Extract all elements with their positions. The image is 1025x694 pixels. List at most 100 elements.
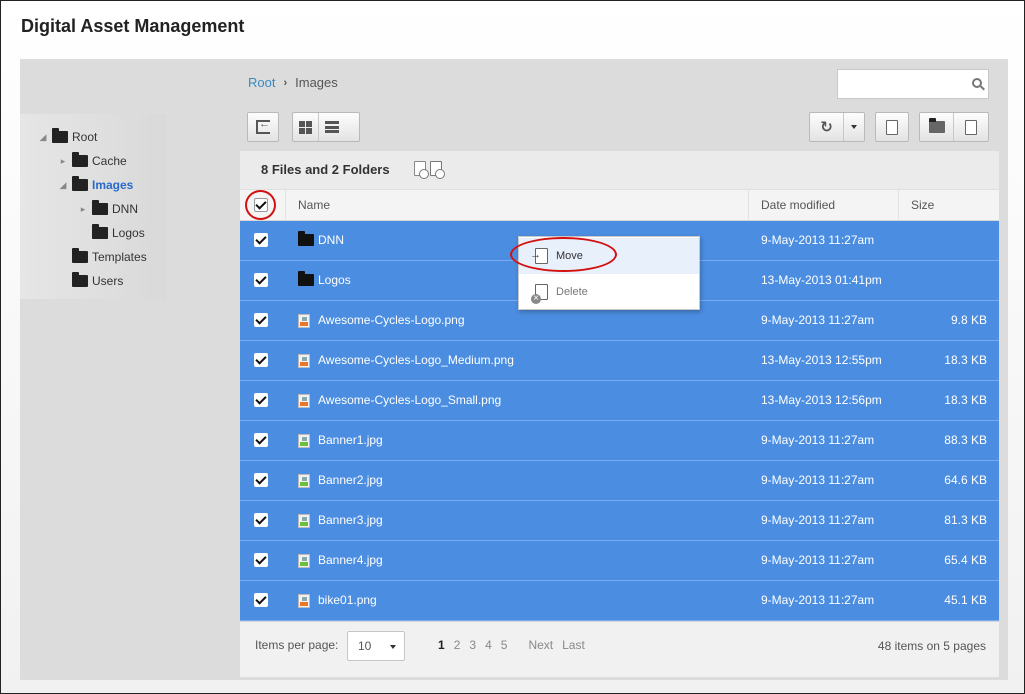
table-row[interactable]: bike01.png 9-May-2013 11:27am 45.1 KB <box>240 581 999 621</box>
pager: 1 2 3 4 5 Next Last <box>438 638 585 652</box>
bulk-actions <box>414 161 445 179</box>
row-checkbox[interactable] <box>254 553 268 567</box>
row-checkbox[interactable] <box>254 353 268 367</box>
tree-item-label: Users <box>92 274 124 288</box>
collapse-pane-button[interactable] <box>247 112 279 142</box>
items-per-page-select[interactable]: 10 <box>347 631 405 661</box>
page-link[interactable]: 2 <box>454 638 461 652</box>
tree-item-dnn[interactable]: ▸ DNN <box>78 200 138 218</box>
tree-collapse-icon[interactable]: ◢ <box>58 180 68 191</box>
breadcrumb-separator: › <box>283 76 288 89</box>
row-name: Banner2.jpg <box>318 473 383 487</box>
tree-item-label: DNN <box>112 202 138 216</box>
row-checkbox[interactable] <box>254 593 268 607</box>
folder-icon <box>72 152 88 167</box>
row-size: 9.8 KB <box>950 313 987 327</box>
row-size: 45.1 KB <box>944 593 987 607</box>
folder-icon <box>298 271 318 289</box>
last-page-link[interactable]: Last <box>562 638 585 652</box>
row-date: 9-May-2013 11:27am <box>761 473 875 487</box>
row-name: DNN <box>318 233 344 247</box>
row-date: 13-May-2013 12:55pm <box>761 353 882 367</box>
delete-selected-icon[interactable] <box>430 161 445 179</box>
tree-expand-icon[interactable]: ▸ <box>78 204 88 215</box>
table-row[interactable]: Banner3.jpg 9-May-2013 11:27am 81.3 KB <box>240 501 999 541</box>
search-input[interactable] <box>837 69 989 99</box>
tree-item-label: Logos <box>112 226 145 240</box>
table-row[interactable]: Banner4.jpg 9-May-2013 11:27am 65.4 KB <box>240 541 999 581</box>
row-name: Banner3.jpg <box>318 513 383 527</box>
row-date: 9-May-2013 11:27am <box>761 433 875 447</box>
tree-item-images[interactable]: ◢ Images <box>58 176 133 194</box>
page-link[interactable]: 3 <box>469 638 476 652</box>
tree-item-logos[interactable]: Logos <box>78 224 145 242</box>
upload-button[interactable] <box>954 113 988 141</box>
row-checkbox[interactable] <box>254 473 268 487</box>
row-checkbox[interactable] <box>254 513 268 527</box>
new-folder-button[interactable] <box>920 113 954 141</box>
context-menu: Move Delete <box>518 236 700 310</box>
collapse-pane-icon <box>256 118 270 134</box>
row-checkbox[interactable] <box>254 233 268 247</box>
jpg-file-icon <box>298 434 310 448</box>
breadcrumb-root-link[interactable]: Root <box>248 75 275 90</box>
row-checkbox[interactable] <box>254 393 268 407</box>
column-size-header[interactable]: Size <box>898 190 999 221</box>
tree-collapse-icon[interactable]: ◢ <box>38 132 48 143</box>
tree-item-users[interactable]: Users <box>58 272 123 290</box>
page-link[interactable]: 1 <box>438 638 445 652</box>
row-name: Awesome-Cycles-Logo.png <box>318 313 465 327</box>
folder-tree: ◢ Root ▸ Cache ◢ Images ▸ DNN Logos Templates User… <box>20 114 166 299</box>
tree-expand-icon[interactable]: ▸ <box>58 156 68 167</box>
png-file-icon <box>298 354 310 368</box>
search-files-button[interactable] <box>875 112 909 142</box>
view-toggle[interactable] <box>292 112 360 142</box>
row-date: 9-May-2013 11:27am <box>761 593 875 607</box>
page-link[interactable]: 5 <box>501 638 508 652</box>
move-label: Move <box>556 250 583 262</box>
jpg-file-icon <box>298 514 310 528</box>
table-row[interactable]: Awesome-Cycles-Logo_Small.png 13-May-2013… <box>240 381 999 421</box>
row-name: Banner4.jpg <box>318 553 383 567</box>
next-page-link[interactable]: Next <box>528 638 553 652</box>
jpg-file-icon <box>298 474 310 488</box>
files-summary-bar: 8 Files and 2 Folders <box>240 151 999 189</box>
list-view-button[interactable] <box>319 113 345 141</box>
row-date: 9-May-2013 11:27am <box>761 553 875 567</box>
row-checkbox[interactable] <box>254 433 268 447</box>
tree-item-templates[interactable]: Templates <box>58 248 147 266</box>
row-name: bike01.png <box>318 593 377 607</box>
files-count: 8 Files and 2 Folders <box>261 162 390 177</box>
tree-item-cache[interactable]: ▸ Cache <box>58 152 127 170</box>
search-icon[interactable] <box>972 78 982 88</box>
move-selected-icon[interactable] <box>414 161 429 179</box>
row-size: 64.6 KB <box>944 473 987 487</box>
table-row[interactable]: Banner2.jpg 9-May-2013 11:27am 64.6 KB <box>240 461 999 501</box>
list-view-icon <box>325 121 339 133</box>
row-name: Awesome-Cycles-Logo_Small.png <box>318 393 502 407</box>
row-name: Banner1.jpg <box>318 433 383 447</box>
row-checkbox[interactable] <box>254 273 268 287</box>
refresh-button[interactable]: ↻ <box>810 113 844 141</box>
context-menu-delete[interactable]: Delete <box>519 274 699 310</box>
column-name-header[interactable]: Name <box>285 190 748 221</box>
tree-item-root[interactable]: ◢ Root <box>38 128 97 146</box>
refresh-split-button[interactable]: ↻ <box>809 112 865 142</box>
table-row[interactable]: Awesome-Cycles-Logo_Medium.png 13-May-201… <box>240 341 999 381</box>
png-file-icon <box>298 594 310 608</box>
context-menu-move[interactable]: Move <box>519 238 699 274</box>
grid-view-button[interactable] <box>293 113 319 141</box>
tree-item-label: Cache <box>92 154 127 168</box>
row-checkbox[interactable] <box>254 313 268 327</box>
column-date-header[interactable]: Date modified <box>748 190 898 221</box>
table-row[interactable]: Banner1.jpg 9-May-2013 11:27am 88.3 KB <box>240 421 999 461</box>
chevron-down-icon <box>851 125 857 129</box>
row-date: 9-May-2013 11:27am <box>761 313 875 327</box>
select-all-checkbox[interactable] <box>254 198 268 212</box>
folder-icon <box>92 224 108 239</box>
refresh-dropdown-button[interactable] <box>844 113 864 141</box>
refresh-icon: ↻ <box>820 119 833 136</box>
row-size: 18.3 KB <box>944 393 987 407</box>
folder-actions[interactable] <box>919 112 989 142</box>
page-link[interactable]: 4 <box>485 638 492 652</box>
